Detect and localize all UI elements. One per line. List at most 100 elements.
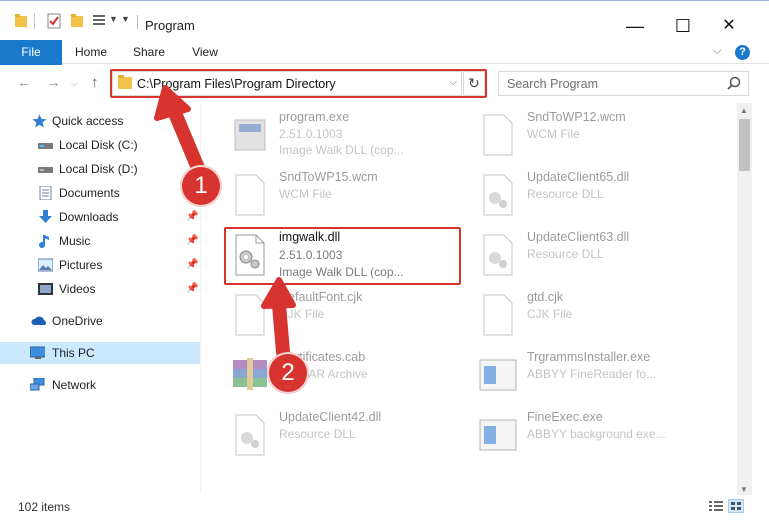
- list-item[interactable]: FineExec.exe ABBYY background exe...: [475, 408, 715, 466]
- sidebar-item-label: Pictures: [59, 258, 103, 272]
- toolbar-divider: [34, 13, 35, 29]
- folder-icon[interactable]: [14, 13, 28, 29]
- sidebar-item-music[interactable]: Music 📌: [0, 230, 200, 252]
- ribbon-tabs: File Home Share View ⌵ ?: [0, 40, 769, 98]
- sidebar-item-label: Documents: [59, 186, 120, 200]
- customize-toolbar-icon[interactable]: ▼: [121, 14, 130, 24]
- list-item[interactable]: UpdateClient65.dll Resource DLL: [475, 168, 715, 226]
- file-version: 2.51.0.1003: [279, 127, 343, 141]
- file-description: Image Walk DLL (cop...: [279, 143, 404, 157]
- list-item[interactable]: DefaultFont.cjk CJK File: [227, 288, 467, 346]
- list-item[interactable]: UpdateClient63.dll Resource DLL: [475, 228, 715, 286]
- close-button[interactable]: ✕: [714, 13, 744, 39]
- scrollbar-thumb[interactable]: [739, 119, 750, 171]
- file-type: Resource DLL: [279, 427, 356, 441]
- computer-icon: [30, 346, 45, 359]
- pin-icon[interactable]: 📌: [186, 283, 198, 294]
- search-box[interactable]: Search Program: [498, 71, 749, 96]
- pane-divider: [200, 103, 201, 493]
- step-2-badge: 2: [267, 352, 309, 394]
- exe-icon: [234, 119, 266, 151]
- file-highlight-box: [224, 227, 461, 285]
- sidebar-item-downloads[interactable]: Downloads 📌: [0, 206, 200, 228]
- sidebar-item-documents[interactable]: Documents 📌: [0, 182, 200, 204]
- file-type: CJK File: [279, 307, 325, 321]
- up-icon[interactable]: ↑: [91, 74, 99, 91]
- file-list: program.exe 2.51.0.1003 Image Walk DLL (…: [205, 103, 738, 493]
- dll-icon: [483, 174, 513, 216]
- help-button[interactable]: ?: [735, 45, 750, 60]
- expand-ribbon-icon[interactable]: ⌵: [713, 45, 721, 58]
- star-icon: [32, 114, 47, 128]
- list-item[interactable]: SndToWP12.wcm WCM File: [475, 108, 715, 166]
- sidebar-item-onedrive[interactable]: OneDrive: [0, 310, 200, 332]
- sidebar-item-this-pc[interactable]: This PC: [0, 342, 200, 364]
- title-divider: [137, 15, 138, 29]
- dropdown-arrow-icon[interactable]: ▼: [109, 14, 118, 24]
- onedrive-icon: [31, 316, 46, 325]
- pin-icon[interactable]: 📌: [186, 259, 198, 270]
- videos-icon: [38, 283, 53, 295]
- search-icon[interactable]: [727, 76, 741, 90]
- app-icon: [479, 419, 517, 451]
- maximize-button[interactable]: ☐: [668, 13, 698, 39]
- forward-icon[interactable]: →: [46, 74, 61, 91]
- generic-file-icon: [483, 294, 513, 336]
- file-name: SndToWP15.wcm: [279, 170, 378, 184]
- file-name: UpdateClient42.dll: [279, 410, 382, 424]
- winrar-icon: [233, 358, 267, 390]
- generic-file-icon: [483, 114, 513, 156]
- tab-share[interactable]: Share: [130, 40, 168, 64]
- sidebar-item-label: Quick access: [52, 114, 124, 128]
- vertical-scrollbar[interactable]: ▲ ▼: [737, 103, 752, 496]
- sidebar-item-label: Downloads: [59, 210, 119, 224]
- app-icon: [479, 359, 517, 391]
- drive-icon: [38, 167, 53, 173]
- sidebar-item-local-disk-c[interactable]: Local Disk (C:): [0, 134, 200, 156]
- dll-icon: [483, 234, 513, 276]
- generic-file-icon: [235, 174, 265, 216]
- scroll-down-icon[interactable]: ▼: [740, 485, 748, 494]
- generic-file-icon: [235, 294, 265, 336]
- file-name: SndToWP12.wcm: [527, 110, 626, 124]
- sidebar-item-quick-access[interactable]: Quick access: [0, 110, 200, 132]
- sidebar-item-network[interactable]: Network: [0, 374, 200, 396]
- view-toggle-icon[interactable]: [92, 13, 106, 29]
- list-item[interactable]: TrgrammsInstaller.exe ABBYY FineReader f…: [475, 348, 715, 406]
- downloads-icon: [39, 210, 52, 223]
- tab-home[interactable]: Home: [72, 40, 110, 64]
- sidebar-item-label: Network: [52, 378, 97, 392]
- title-bar: ▼ ▼ Program — ☐ ✕: [0, 0, 769, 40]
- file-type: Resource DLL: [527, 187, 604, 201]
- sidebar-item-videos[interactable]: Videos 📌: [0, 278, 200, 300]
- back-icon[interactable]: ←: [17, 74, 32, 91]
- file-name: program.exe: [279, 110, 350, 124]
- sidebar-item-pictures[interactable]: Pictures 📌: [0, 254, 200, 276]
- tab-view[interactable]: View: [187, 40, 223, 64]
- list-item[interactable]: Certificates.cab WinRAR Archive: [227, 348, 467, 406]
- sidebar-item-local-disk-d[interactable]: Local Disk (D:): [0, 158, 200, 180]
- pin-icon[interactable]: 📌: [186, 235, 198, 246]
- recent-locations-icon[interactable]: ⌵: [71, 78, 78, 89]
- sidebar-item-label: Videos: [59, 282, 96, 296]
- documents-icon: [39, 186, 52, 200]
- sidebar-item-label: Local Disk (C:): [59, 138, 138, 152]
- list-item[interactable]: UpdateClient42.dll Resource DLL: [227, 408, 467, 466]
- minimize-button[interactable]: —: [620, 13, 650, 39]
- pin-icon[interactable]: 📌: [186, 211, 198, 222]
- file-type: Resource DLL: [527, 247, 604, 261]
- details-view-icon[interactable]: [708, 499, 724, 513]
- tiles-view-icon[interactable]: [728, 499, 744, 513]
- scroll-up-icon[interactable]: ▲: [740, 106, 748, 115]
- list-item[interactable]: gtd.cjk CJK File: [475, 288, 715, 346]
- file-name: FineExec.exe: [527, 410, 603, 424]
- list-item[interactable]: program.exe 2.51.0.1003 Image Walk DLL (…: [227, 108, 467, 166]
- sidebar-item-label: OneDrive: [52, 314, 103, 328]
- window-title: Program: [145, 18, 195, 33]
- music-icon: [39, 235, 49, 248]
- properties-icon[interactable]: [47, 13, 61, 29]
- navigation-pane: Quick access Local Disk (C:) Local Disk …: [0, 103, 200, 493]
- search-input[interactable]: Search Program: [507, 77, 598, 91]
- list-item[interactable]: SndToWP15.wcm WCM File: [227, 168, 467, 226]
- new-folder-icon[interactable]: [70, 13, 84, 29]
